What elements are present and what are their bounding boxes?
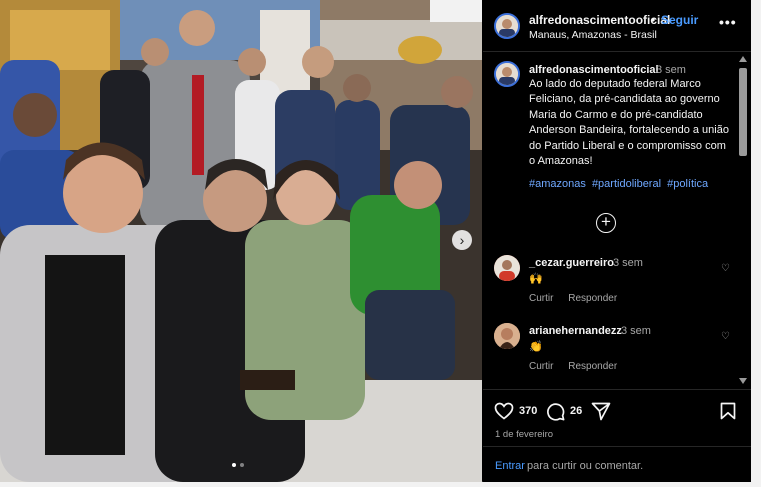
heart-icon[interactable]: ♡ bbox=[721, 331, 730, 342]
comment-icon[interactable] bbox=[546, 402, 565, 421]
caption-username[interactable]: alfredonascimentooficial bbox=[529, 64, 659, 76]
heart-icon[interactable] bbox=[494, 402, 514, 420]
post-side-panel: alfredonascimentooficial • Seguir Manaus… bbox=[483, 0, 751, 482]
post-actions: 370 26 1 de fevereiro Entrar para curtir… bbox=[483, 389, 751, 482]
scroll-up-arrow-icon[interactable] bbox=[739, 56, 747, 62]
login-prompt: Entrar para curtir ou comentar. bbox=[483, 446, 751, 483]
more-options-icon[interactable]: ••• bbox=[719, 14, 737, 30]
bookmark-icon[interactable] bbox=[720, 402, 736, 420]
caption-author-avatar[interactable] bbox=[494, 61, 520, 87]
caption-text: Ao lado do deputado federal Marco Felici… bbox=[529, 78, 729, 168]
comment-actions: Curtir Responder bbox=[529, 361, 629, 372]
login-prompt-text: para curtir ou comentar. bbox=[527, 460, 644, 472]
commenter-username[interactable]: arianehernandezz bbox=[529, 325, 622, 337]
post-header: alfredonascimentooficial • Seguir Manaus… bbox=[483, 0, 751, 52]
commenter-username[interactable]: _cezar.guerreiro bbox=[529, 257, 614, 269]
comment-item: _cezar.guerreiro 3 sem 🙌 Curtir Responde… bbox=[483, 255, 733, 315]
carousel-indicator bbox=[232, 463, 244, 467]
comment-like-button[interactable]: Curtir bbox=[529, 293, 553, 304]
scrollbar-thumb[interactable] bbox=[739, 68, 747, 156]
likes-count[interactable]: 370 bbox=[519, 405, 537, 417]
comment-item: arianehernandezz 3 sem 👏 Curtir Responde… bbox=[483, 323, 733, 383]
post-date[interactable]: 1 de fevereiro bbox=[495, 429, 553, 440]
load-more-comments-icon[interactable]: + bbox=[596, 213, 616, 233]
instagram-post: › alfredonascimentooficial • Seguir Mana… bbox=[0, 0, 751, 482]
photo-illustration bbox=[0, 0, 482, 482]
header-separator: • bbox=[651, 13, 656, 27]
commenter-avatar[interactable] bbox=[494, 255, 520, 281]
comment-actions: Curtir Responder bbox=[529, 293, 629, 304]
author-username[interactable]: alfredonascimentooficial bbox=[529, 13, 670, 27]
hashtag-link[interactable]: #amazonas bbox=[529, 178, 586, 190]
share-icon[interactable] bbox=[591, 402, 611, 421]
commenter-avatar[interactable] bbox=[494, 323, 520, 349]
comment-text: 👏 bbox=[529, 341, 543, 353]
post-photo[interactable]: › bbox=[0, 0, 482, 482]
comment-reply-button[interactable]: Responder bbox=[568, 293, 617, 304]
comments-count[interactable]: 26 bbox=[570, 405, 582, 417]
carousel-dot-active bbox=[232, 463, 236, 467]
screenshot-frame: › alfredonascimentooficial • Seguir Mana… bbox=[0, 0, 761, 487]
hashtag-link[interactable]: #partidoliberal bbox=[592, 178, 661, 190]
comment-timestamp: 3 sem bbox=[621, 325, 651, 337]
comment-timestamp: 3 sem bbox=[613, 257, 643, 269]
comment-text: 🙌 bbox=[529, 273, 543, 285]
scroll-down-arrow-icon[interactable] bbox=[739, 378, 747, 384]
comment-reply-button[interactable]: Responder bbox=[568, 361, 617, 372]
hashtag-link[interactable]: #política bbox=[667, 178, 708, 190]
comment-like-button[interactable]: Curtir bbox=[529, 361, 553, 372]
comments-scroll-area[interactable]: alfredonascimentooficial 3 sem Ao lado d… bbox=[483, 53, 751, 389]
caption-timestamp: 3 sem bbox=[656, 64, 686, 76]
follow-button[interactable]: Seguir bbox=[661, 13, 698, 27]
carousel-next-button[interactable]: › bbox=[452, 230, 472, 250]
heart-icon[interactable]: ♡ bbox=[721, 263, 730, 274]
carousel-dot bbox=[240, 463, 244, 467]
author-avatar[interactable] bbox=[494, 13, 520, 39]
caption-hashtags: #amazonas #partidoliberal #política bbox=[529, 178, 711, 190]
post-location[interactable]: Manaus, Amazonas - Brasil bbox=[529, 29, 657, 41]
scrollbar[interactable] bbox=[737, 54, 749, 388]
login-link[interactable]: Entrar bbox=[495, 460, 525, 472]
